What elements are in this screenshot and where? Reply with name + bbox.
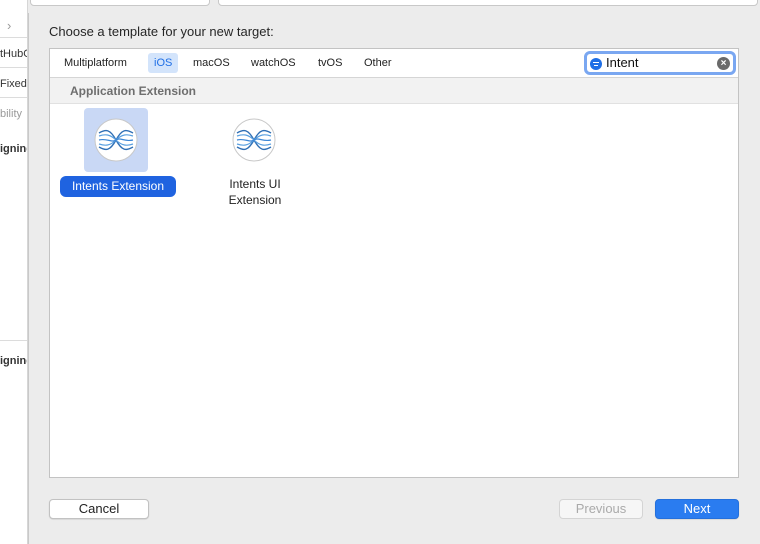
template-intents-extension[interactable]: Intents Extension — [57, 108, 177, 200]
filter-search-value[interactable]: Intent — [606, 55, 639, 71]
platform-tab-bar: Multiplatform iOS macOS watchOS tvOS Oth… — [50, 49, 738, 78]
template-chooser: Multiplatform iOS macOS watchOS tvOS Oth… — [49, 48, 739, 478]
intents-icon — [94, 118, 138, 162]
tab-watchos[interactable]: watchOS — [245, 53, 302, 73]
chevron-right-icon: › — [7, 18, 12, 33]
new-target-sheet: Choose a template for your new target: M… — [28, 13, 760, 544]
section-label: Application Extension — [70, 84, 197, 98]
sheet-title: Choose a template for your new target: — [49, 24, 274, 39]
intents-icon — [232, 118, 276, 162]
tab-other[interactable]: Other — [358, 53, 398, 73]
background-divider — [0, 97, 27, 98]
template-label-line: Intents UI — [229, 177, 281, 191]
background-text: Fixed — [0, 78, 27, 90]
tab-macos[interactable]: macOS — [187, 53, 236, 73]
tab-multiplatform[interactable]: Multiplatform — [58, 53, 133, 73]
background-section-label: igning — [0, 143, 27, 155]
background-divider — [0, 67, 27, 68]
background-text: bility — [0, 108, 23, 120]
clear-search-icon[interactable]: × — [717, 57, 730, 70]
filter-icon[interactable] — [590, 58, 602, 70]
tab-tvos[interactable]: tvOS — [312, 53, 348, 73]
background-divider — [0, 37, 27, 38]
previous-button[interactable]: Previous — [559, 499, 643, 519]
cancel-button[interactable]: Cancel — [49, 499, 149, 519]
next-button[interactable]: Next — [655, 499, 739, 519]
section-header: Application Extension — [50, 78, 738, 104]
background-text: tHubO — [0, 48, 27, 60]
background-xcode-window: › tHubO Fixed bility igning igning — [0, 0, 28, 544]
filter-search-field[interactable]: Intent × — [584, 51, 736, 75]
template-intents-ui-extension[interactable]: Intents UI Extension — [195, 108, 315, 218]
template-icon-area — [222, 108, 286, 172]
template-label-line: Extension — [228, 193, 282, 207]
template-label: Intents UI Extension — [195, 176, 315, 208]
template-icon-highlight — [84, 108, 148, 172]
template-label: Intents Extension — [60, 176, 176, 197]
background-section-label: igning — [0, 355, 27, 367]
tab-ios[interactable]: iOS — [148, 53, 179, 73]
background-toolbar-field-right — [218, 0, 758, 6]
background-titlebar — [0, 0, 760, 13]
background-toolbar-field — [30, 0, 210, 6]
background-divider — [0, 340, 27, 341]
